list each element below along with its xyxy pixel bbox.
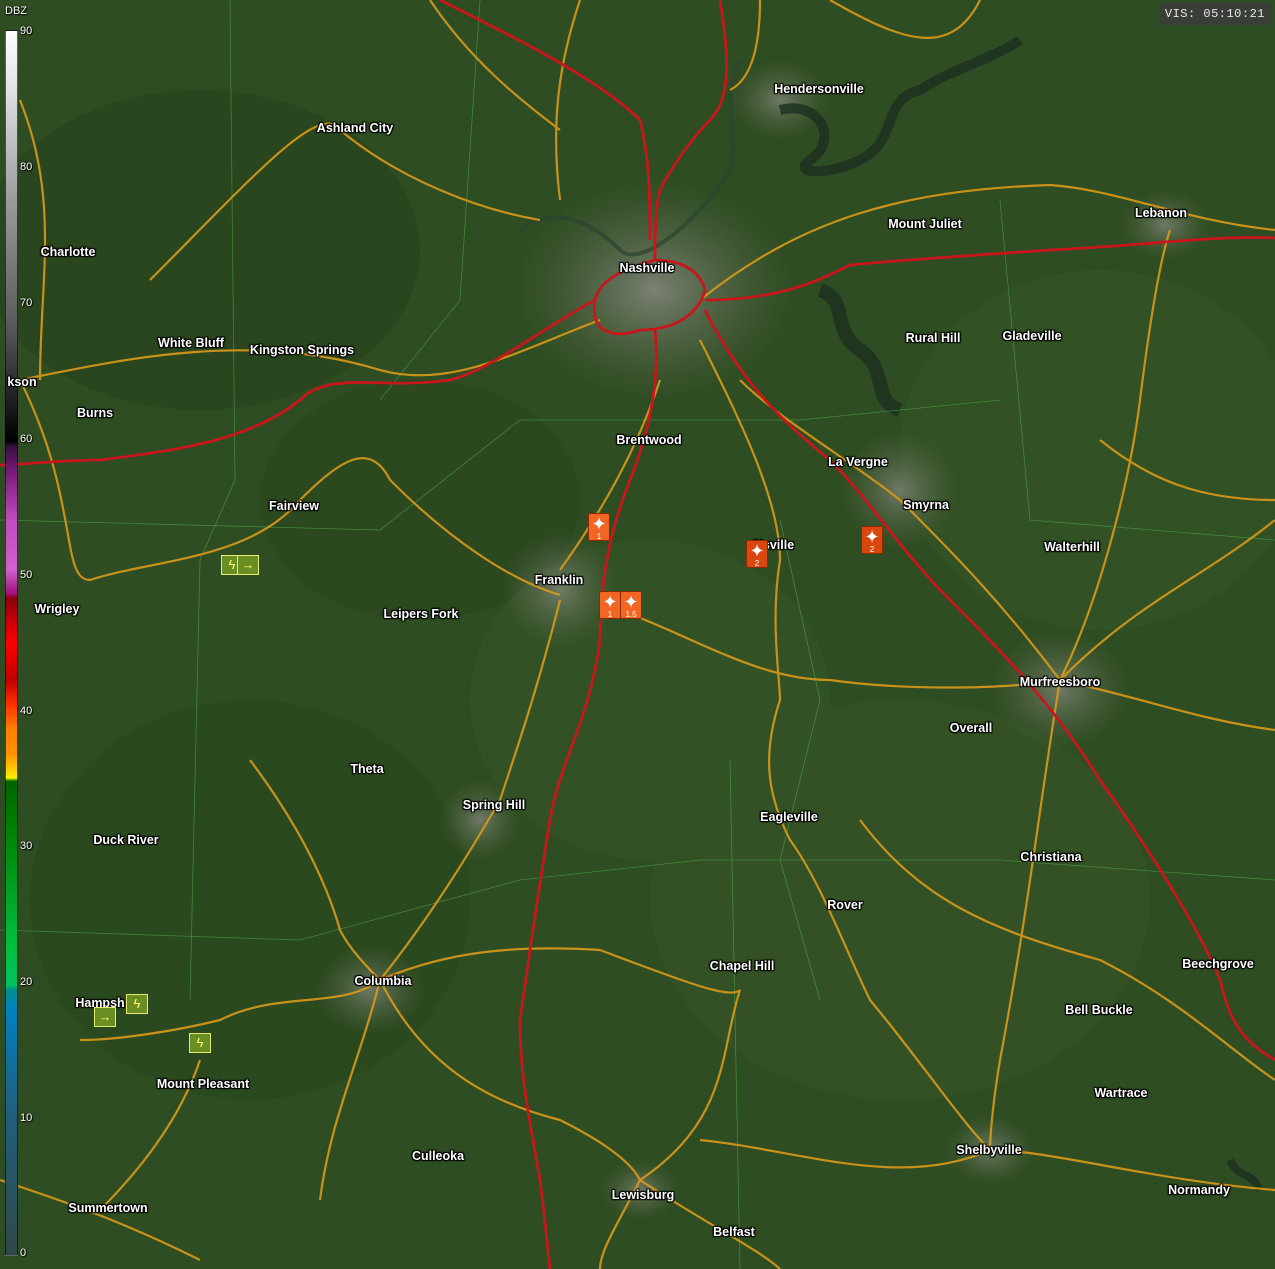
legend-tick: 40 (20, 705, 33, 717)
storm-report-marker[interactable]: ✦ 1 (588, 513, 610, 541)
city-label: Shelbyville (956, 1143, 1022, 1157)
star-icon: ✦ (623, 592, 639, 612)
storm-report-marker[interactable]: ✦ 1 (599, 591, 621, 619)
city-label: Nashville (619, 261, 675, 275)
city-label: Christiana (1020, 850, 1082, 864)
star-icon: ✦ (591, 514, 607, 534)
city-label: Normandy (1168, 1183, 1230, 1197)
wind-arrow-icon[interactable]: → (94, 1007, 116, 1027)
city-label: Columbia (354, 974, 412, 988)
city-label: Rover (827, 898, 863, 912)
city-label: Hendersonville (774, 82, 864, 96)
city-label: Mount Juliet (888, 217, 962, 231)
storm-report-marker[interactable]: ✦ 2 (746, 540, 768, 568)
city-label: Rural Hill (905, 331, 961, 345)
legend-tick: 0 (20, 1247, 27, 1259)
city-label: Mount Pleasant (156, 1077, 250, 1091)
city-label: Walterhill (1044, 540, 1100, 554)
city-label: kson (7, 375, 37, 389)
star-icon: ✦ (602, 592, 618, 612)
legend-tick: 70 (20, 297, 33, 309)
legend-tick: 80 (20, 161, 33, 173)
legend-color-bar (5, 30, 18, 1256)
city-label: Duck River (93, 833, 159, 847)
legend-tick: 50 (20, 569, 33, 581)
storm-report-marker[interactable]: ✦ 1.5 (620, 591, 642, 619)
city-label: Burns (76, 406, 114, 420)
city-label: Culleoka (411, 1149, 465, 1163)
city-label: Summertown (68, 1201, 148, 1215)
city-label: Bell Buckle (1065, 1003, 1133, 1017)
city-label: Kingston Springs (249, 343, 355, 357)
legend-tick: 60 (20, 433, 33, 445)
city-label: Murfreesboro (1019, 675, 1101, 689)
legend-tick: 90 (20, 25, 33, 37)
marker-count: 1.5 (625, 610, 637, 619)
city-label: Gladeville (1002, 329, 1062, 343)
marker-count: 2 (754, 559, 760, 568)
legend-tick: 30 (20, 840, 33, 852)
city-label: Wrigley (34, 602, 80, 616)
city-label: Lewisburg (611, 1188, 675, 1202)
city-label: Beechgrove (1182, 957, 1254, 971)
city-label: Brentwood (616, 433, 682, 447)
star-icon: ✦ (864, 527, 880, 547)
city-label: Smyrna (903, 498, 949, 512)
city-label: Charlotte (40, 245, 96, 259)
city-label: La Vergne (828, 455, 888, 469)
city-label: Eagleville (760, 810, 818, 824)
marker-count: 1 (596, 532, 602, 541)
visibility-time-readout: VIS: 05:10:21 (1158, 3, 1271, 25)
marker-count: 2 (869, 545, 875, 554)
marker-count: 1 (607, 610, 613, 619)
city-label: Spring Hill (462, 798, 526, 812)
wind-arrow-icon[interactable]: → (237, 555, 259, 575)
lightning-icon[interactable]: ϟ (189, 1033, 211, 1053)
city-label: Franklin (534, 573, 584, 587)
lightning-icon[interactable]: ϟ (126, 994, 148, 1014)
legend-tick: 10 (20, 1112, 33, 1124)
legend-tick: 20 (20, 976, 33, 988)
storm-report-marker[interactable]: ✦ 2 (861, 526, 883, 554)
city-label: Belfast (713, 1225, 755, 1239)
city-label: Wartrace (1094, 1086, 1148, 1100)
star-icon: ✦ (749, 541, 765, 561)
legend-unit-label: DBZ (5, 5, 27, 17)
city-label: Chapel Hill (709, 959, 775, 973)
city-label: Ashland City (316, 121, 394, 135)
city-label: Lebanon (1134, 206, 1188, 220)
city-label: Overall (949, 721, 993, 735)
city-label: Theta (350, 762, 384, 776)
city-label: Fairview (268, 499, 320, 513)
city-label: White Bluff (158, 336, 224, 350)
city-label: Leipers Fork (383, 607, 459, 621)
